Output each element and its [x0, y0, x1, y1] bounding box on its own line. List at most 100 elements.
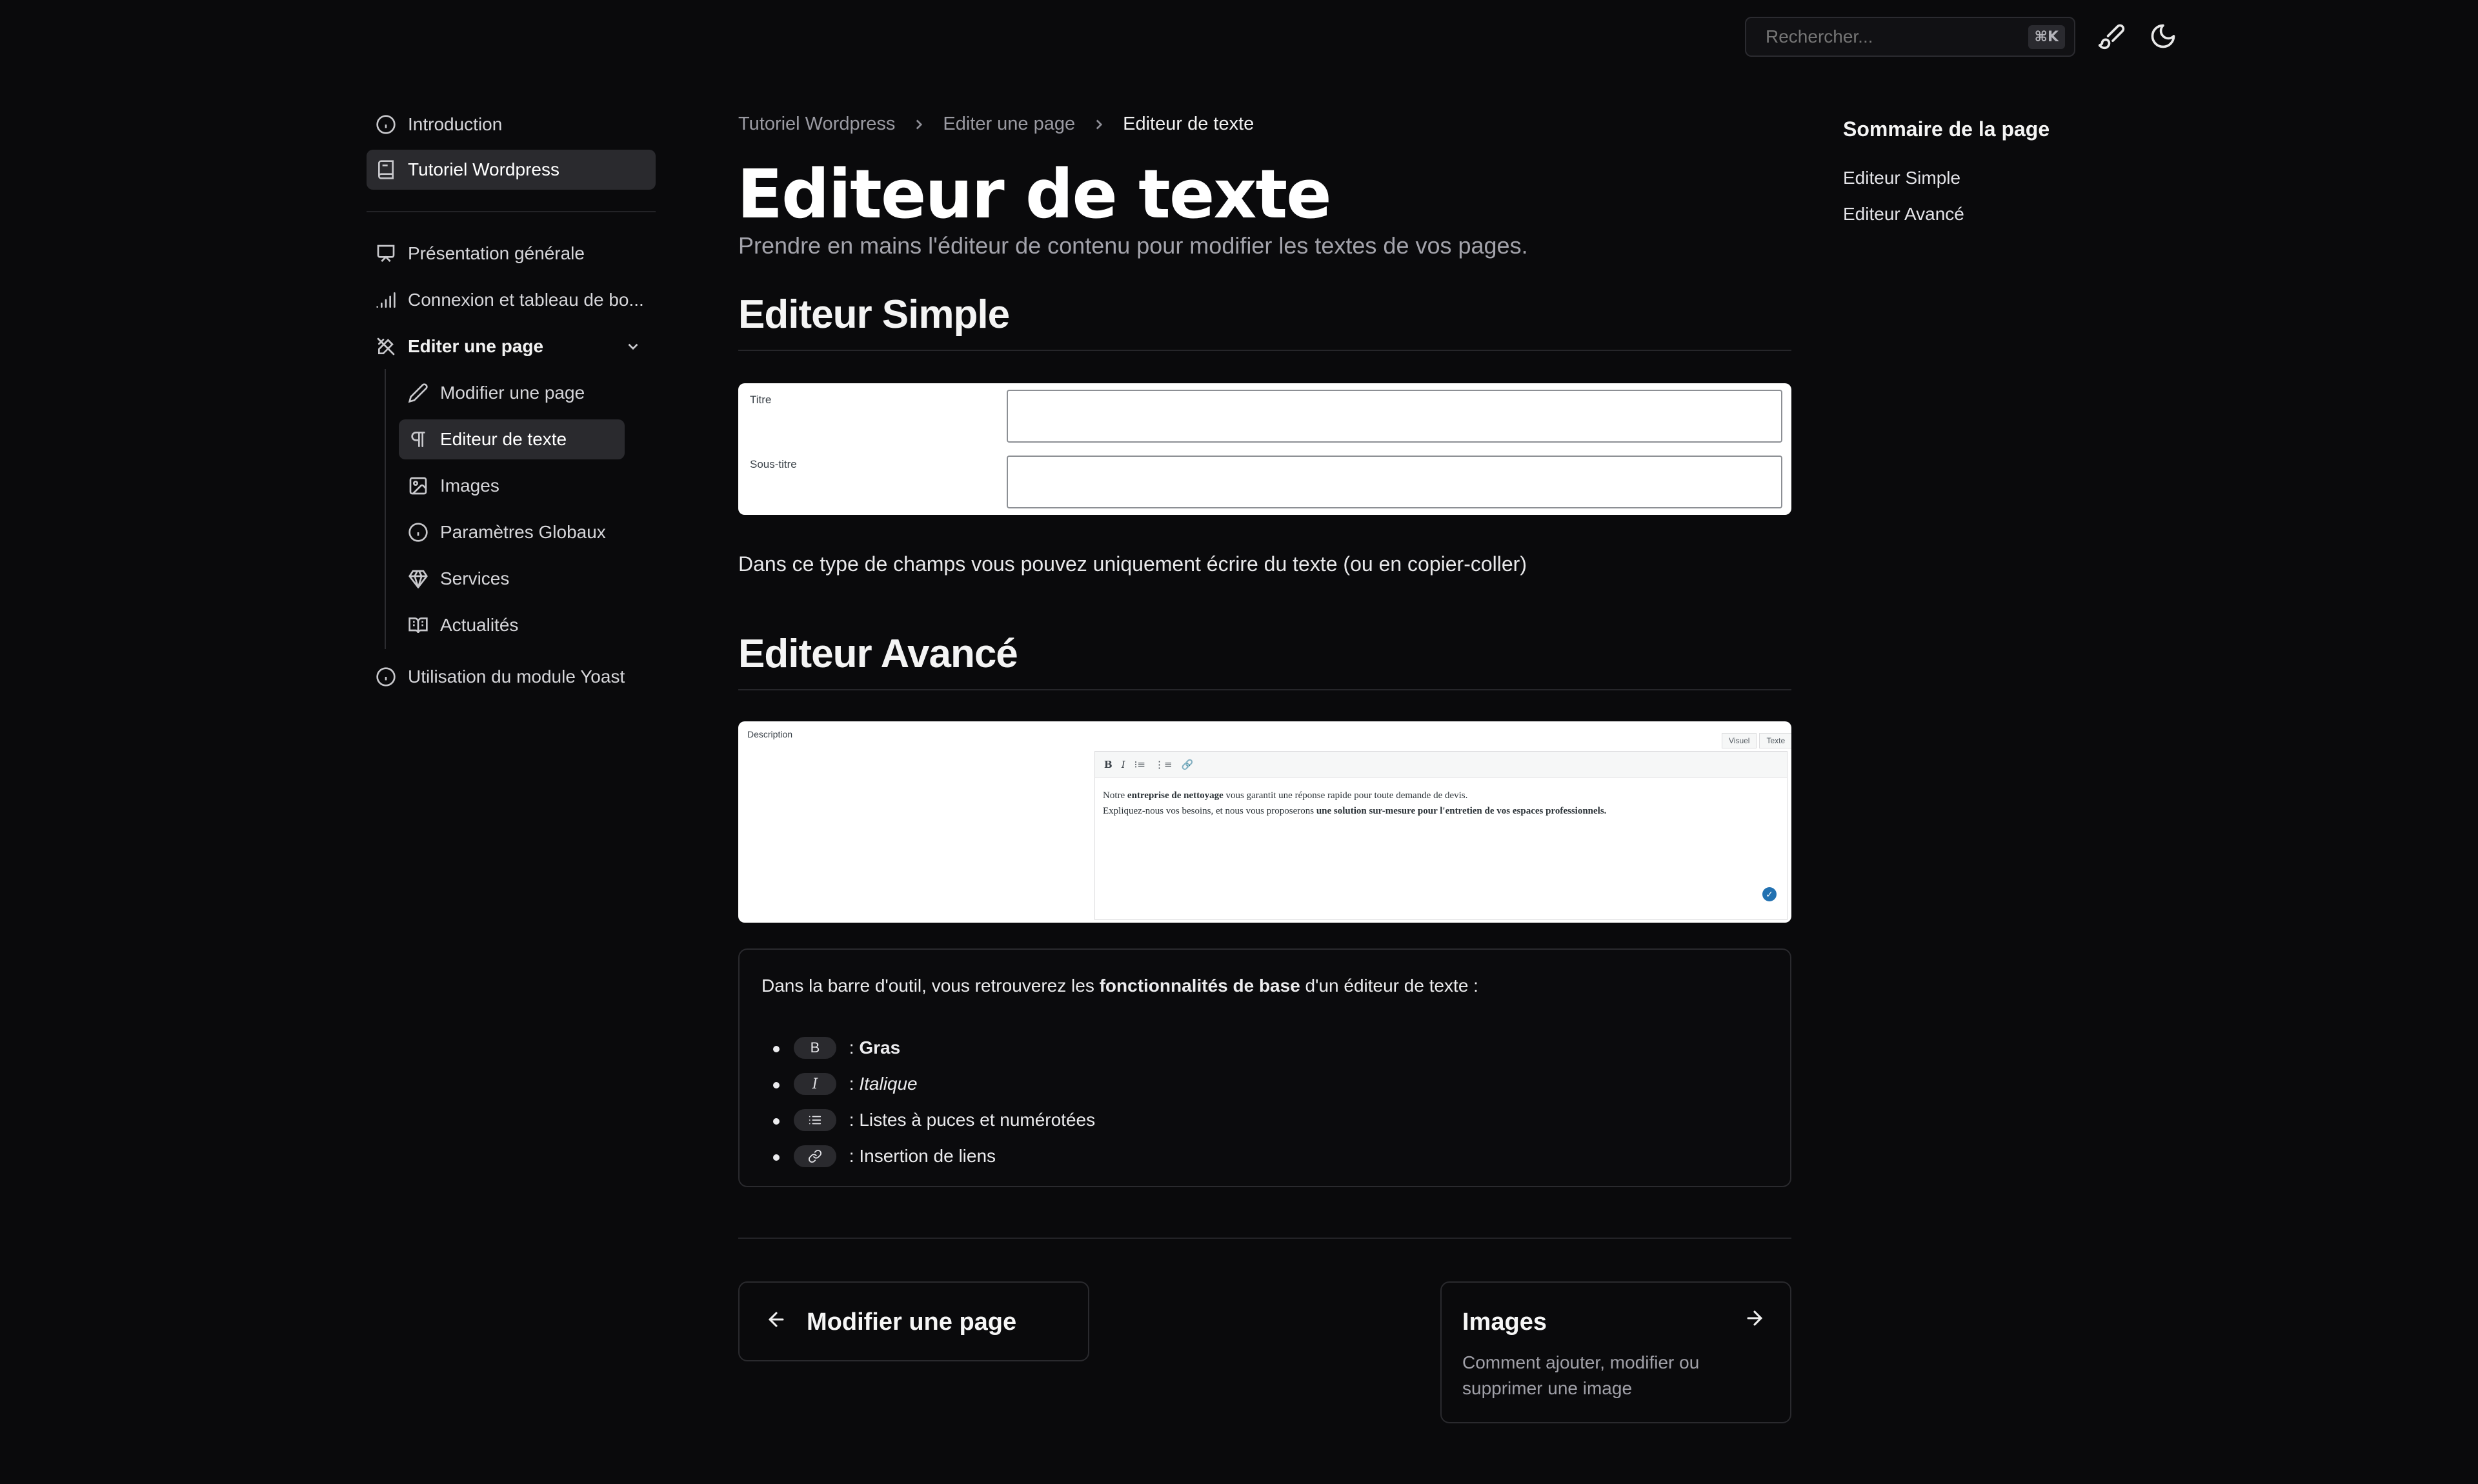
sidebar-item-label: Editeur de texte — [440, 429, 567, 449]
newspaper-icon — [408, 617, 428, 634]
next-page-description: Comment ajouter, modifier ou supprimer u… — [1462, 1352, 1700, 1398]
signal-icon — [376, 292, 396, 308]
editor-text: vous garantit une réponse rapide pour to… — [1223, 790, 1468, 801]
footer-divider — [738, 1238, 1791, 1239]
sidebar-item-services[interactable]: Services — [399, 559, 625, 599]
callout-intro: Dans la barre d'outil, vous retrouverez … — [761, 976, 1478, 996]
sidebar-item-label: Présentation générale — [408, 243, 585, 263]
sidebar-item-label: Introduction — [408, 114, 503, 134]
sidebar-item-label: Connexion et tableau de bo... — [408, 290, 644, 310]
toc-item-editeur-avance[interactable]: Editeur Avancé — [1843, 204, 1964, 225]
sidebar-item-editeur-de-texte[interactable]: Editeur de texte — [399, 419, 625, 459]
next-page-title: Images — [1462, 1309, 1547, 1336]
editor-text: Expliquez-nous vos besoins, et nous vous… — [1103, 806, 1316, 816]
editor-text-bold: une solution sur-mesure pour l'entretien… — [1316, 806, 1607, 816]
toc-item-editeur-simple[interactable]: Editeur Simple — [1843, 168, 1960, 188]
chevron-right-icon — [1096, 119, 1103, 129]
list-item: I : Italique — [773, 1066, 1095, 1102]
arrow-left-icon — [768, 1312, 784, 1327]
page-subtitle: Prendre en mains l'éditeur de contenu po… — [738, 232, 1528, 259]
image-icon — [409, 477, 427, 495]
chevron-down-icon — [628, 343, 638, 350]
editor-tabs: Visuel Texte — [1722, 733, 1791, 748]
simple-editor-note: Dans ce type de champs vous pouvez uniqu… — [738, 552, 1527, 576]
section-divider — [738, 350, 1791, 351]
info-icon — [376, 115, 396, 134]
sidebar-divider — [367, 211, 656, 212]
link-icon — [794, 1145, 836, 1167]
field-label-description: Description — [747, 729, 793, 739]
prev-page-card[interactable]: Modifier une page — [738, 1281, 1089, 1361]
sidebar-item-introduction[interactable]: Introduction — [367, 105, 656, 145]
sidebar-item-modifier-une-page[interactable]: Modifier une page — [399, 373, 625, 413]
feature-list: B : Gras I : Italique : Listes à puces e… — [773, 1030, 1095, 1174]
breadcrumb-item[interactable]: Editer une page — [943, 114, 1075, 135]
sidebar-item-tutoriel-wordpress[interactable]: Tutoriel Wordpress — [367, 150, 656, 190]
sidebar-item-label: Modifier une page — [440, 383, 585, 403]
pilcrow-icon — [411, 432, 425, 447]
separator: : — [844, 1146, 860, 1166]
tab-text: Texte — [1759, 733, 1791, 748]
simple-editor-screenshot: Titre Sous-titre — [738, 383, 1791, 515]
sidebar-item-actualites[interactable]: Actualités — [399, 605, 625, 645]
search-shortcut: ⌘K — [2028, 25, 2065, 49]
brush-icon[interactable] — [2097, 22, 2126, 50]
toolbar-info-callout: Dans la barre d'outil, vous retrouverez … — [738, 948, 1791, 1187]
presentation-icon — [377, 245, 395, 262]
moon-icon[interactable] — [2149, 22, 2177, 50]
sidebar-item-presentation[interactable]: Présentation générale — [367, 234, 656, 274]
field-sous-titre — [1007, 456, 1782, 508]
editor-text-bold: entreprise de nettoyage — [1127, 790, 1224, 801]
advanced-editor-screenshot: Description Visuel Texte B I ⁝≡ ⋮≡ 🔗 Not… — [738, 721, 1791, 923]
section-heading-advanced: Editeur Avancé — [738, 632, 1018, 676]
bold-pill: B — [794, 1037, 836, 1059]
sidebar-item-parametres-globaux[interactable]: Paramètres Globaux — [399, 512, 625, 552]
field-label-sous-titre: Sous-titre — [750, 458, 797, 470]
rich-text-editor: B I ⁝≡ ⋮≡ 🔗 Notre entreprise de nettoyag… — [1094, 751, 1788, 920]
italic-button: I — [1121, 758, 1125, 770]
sidebar-item-editer-une-page[interactable]: Editer une page — [367, 326, 656, 366]
prev-page-title: Modifier une page — [807, 1309, 1017, 1336]
section-divider — [738, 689, 1791, 690]
pencil-icon — [408, 383, 428, 403]
chevron-right-icon — [916, 119, 923, 129]
info-icon — [408, 523, 428, 542]
list-item: B : Gras — [773, 1030, 1095, 1066]
callout-text-bold: fonctionnalités de base — [1099, 976, 1300, 996]
separator: : — [844, 1074, 860, 1094]
sidebar-item-label: Tutoriel Wordpress — [408, 159, 559, 179]
separator: : — [844, 1110, 860, 1130]
list-item-text: Listes à puces et numérotées — [859, 1110, 1096, 1130]
sidebar-item-label: Editer une page — [408, 336, 544, 356]
sidebar-item-images[interactable]: Images — [399, 466, 625, 506]
sidebar-item-label: Images — [440, 476, 499, 496]
breadcrumb-item[interactable]: Tutoriel Wordpress — [738, 114, 895, 135]
list-item-text: Insertion de liens — [859, 1146, 996, 1166]
sidebar-tree-line — [385, 369, 386, 649]
sidebar-item-connexion[interactable]: Connexion et tableau de bo... — [367, 280, 656, 320]
list-item: : Insertion de liens — [773, 1138, 1095, 1174]
page-title: Editeur de texte — [737, 155, 1332, 234]
arrow-right-icon — [1747, 1310, 1763, 1326]
search-bar[interactable]: ⌘K — [1745, 17, 2075, 57]
search-input[interactable] — [1766, 26, 2028, 47]
breadcrumb-current: Editeur de texte — [1123, 114, 1254, 134]
pen-ruler-icon — [377, 337, 395, 356]
sidebar-item-label: Services — [440, 568, 510, 588]
section-heading-simple: Editeur Simple — [738, 292, 1010, 337]
book-icon — [378, 160, 394, 179]
sidebar-item-yoast[interactable]: Utilisation du module Yoast — [367, 657, 656, 697]
link-button: 🔗 — [1181, 758, 1194, 770]
field-label-titre: Titre — [750, 394, 772, 406]
gem-icon — [408, 570, 428, 588]
callout-text: d'un éditeur de texte : — [1300, 976, 1478, 996]
tab-visual: Visuel — [1722, 733, 1757, 748]
numbered-list-button: ⋮≡ — [1154, 758, 1173, 770]
editor-text: Notre — [1103, 790, 1127, 801]
sidebar-item-label: Actualités — [440, 615, 519, 635]
list-item: : Listes à puces et numérotées — [773, 1102, 1095, 1138]
next-page-card[interactable]: Images Comment ajouter, modifier ou supp… — [1440, 1281, 1791, 1423]
toc-title: Sommaire de la page — [1843, 117, 2050, 141]
field-titre — [1007, 390, 1782, 443]
bullet-list-button: ⁝≡ — [1134, 758, 1145, 770]
